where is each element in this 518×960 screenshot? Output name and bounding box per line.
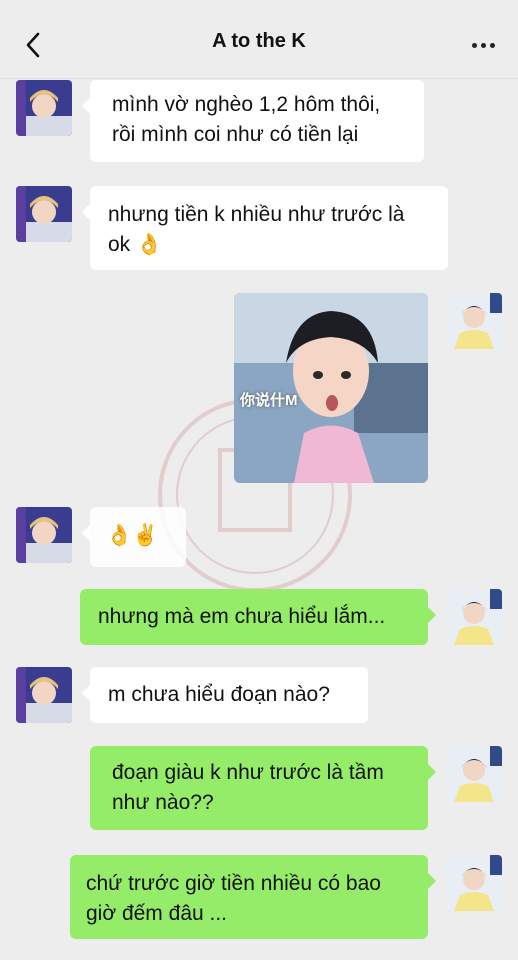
message-text: m chưa hiểu đoạn nào? <box>108 683 330 706</box>
avatar-contact[interactable] <box>16 667 72 723</box>
message-text: đoạn giàu k như trước là tầm như nào?? <box>112 761 384 814</box>
avatar-contact[interactable] <box>16 507 72 563</box>
image-caption: 你说什M <box>240 392 298 409</box>
message-outgoing[interactable]: đoạn giàu k như trước là tầm như nào?? <box>90 746 436 830</box>
avatar-self[interactable] <box>446 746 502 802</box>
avatar-self[interactable] <box>446 855 502 911</box>
message-outgoing[interactable]: nhưng mà em chưa hiểu lắm... <box>80 589 436 645</box>
avatar-self[interactable] <box>446 293 502 349</box>
message-text: chứ trước giờ tiền nhiều có bao giờ đếm … <box>86 872 381 925</box>
avatar-contact[interactable] <box>16 186 72 242</box>
message-text: mình vờ nghèo 1,2 hôm thôi, rồi mình coi… <box>112 93 381 146</box>
avatar-contact[interactable] <box>16 80 72 136</box>
message-image[interactable]: 你说什M <box>234 293 428 483</box>
chat-header: A to the K <box>0 0 518 79</box>
message-text: 👌✌ <box>106 524 159 547</box>
message-incoming[interactable]: mình vờ nghèo 1,2 hôm thôi, rồi mình coi… <box>82 80 424 162</box>
message-text: nhưng mà em chưa hiểu lắm... <box>98 605 386 628</box>
more-button[interactable] <box>466 30 500 60</box>
message-incoming[interactable]: nhưng tiền k nhiều như trước là ok 👌 <box>82 186 448 270</box>
message-incoming[interactable]: m chưa hiểu đoạn nào? <box>82 667 368 723</box>
chat-title: A to the K <box>212 30 306 52</box>
message-outgoing[interactable]: chứ trước giờ tiền nhiều có bao giờ đếm … <box>70 855 436 939</box>
message-incoming[interactable]: 👌✌ <box>82 507 186 567</box>
message-text: nhưng tiền k nhiều như trước là ok 👌 <box>108 203 405 256</box>
more-dots-icon <box>471 42 477 48</box>
avatar-self[interactable] <box>446 589 502 645</box>
